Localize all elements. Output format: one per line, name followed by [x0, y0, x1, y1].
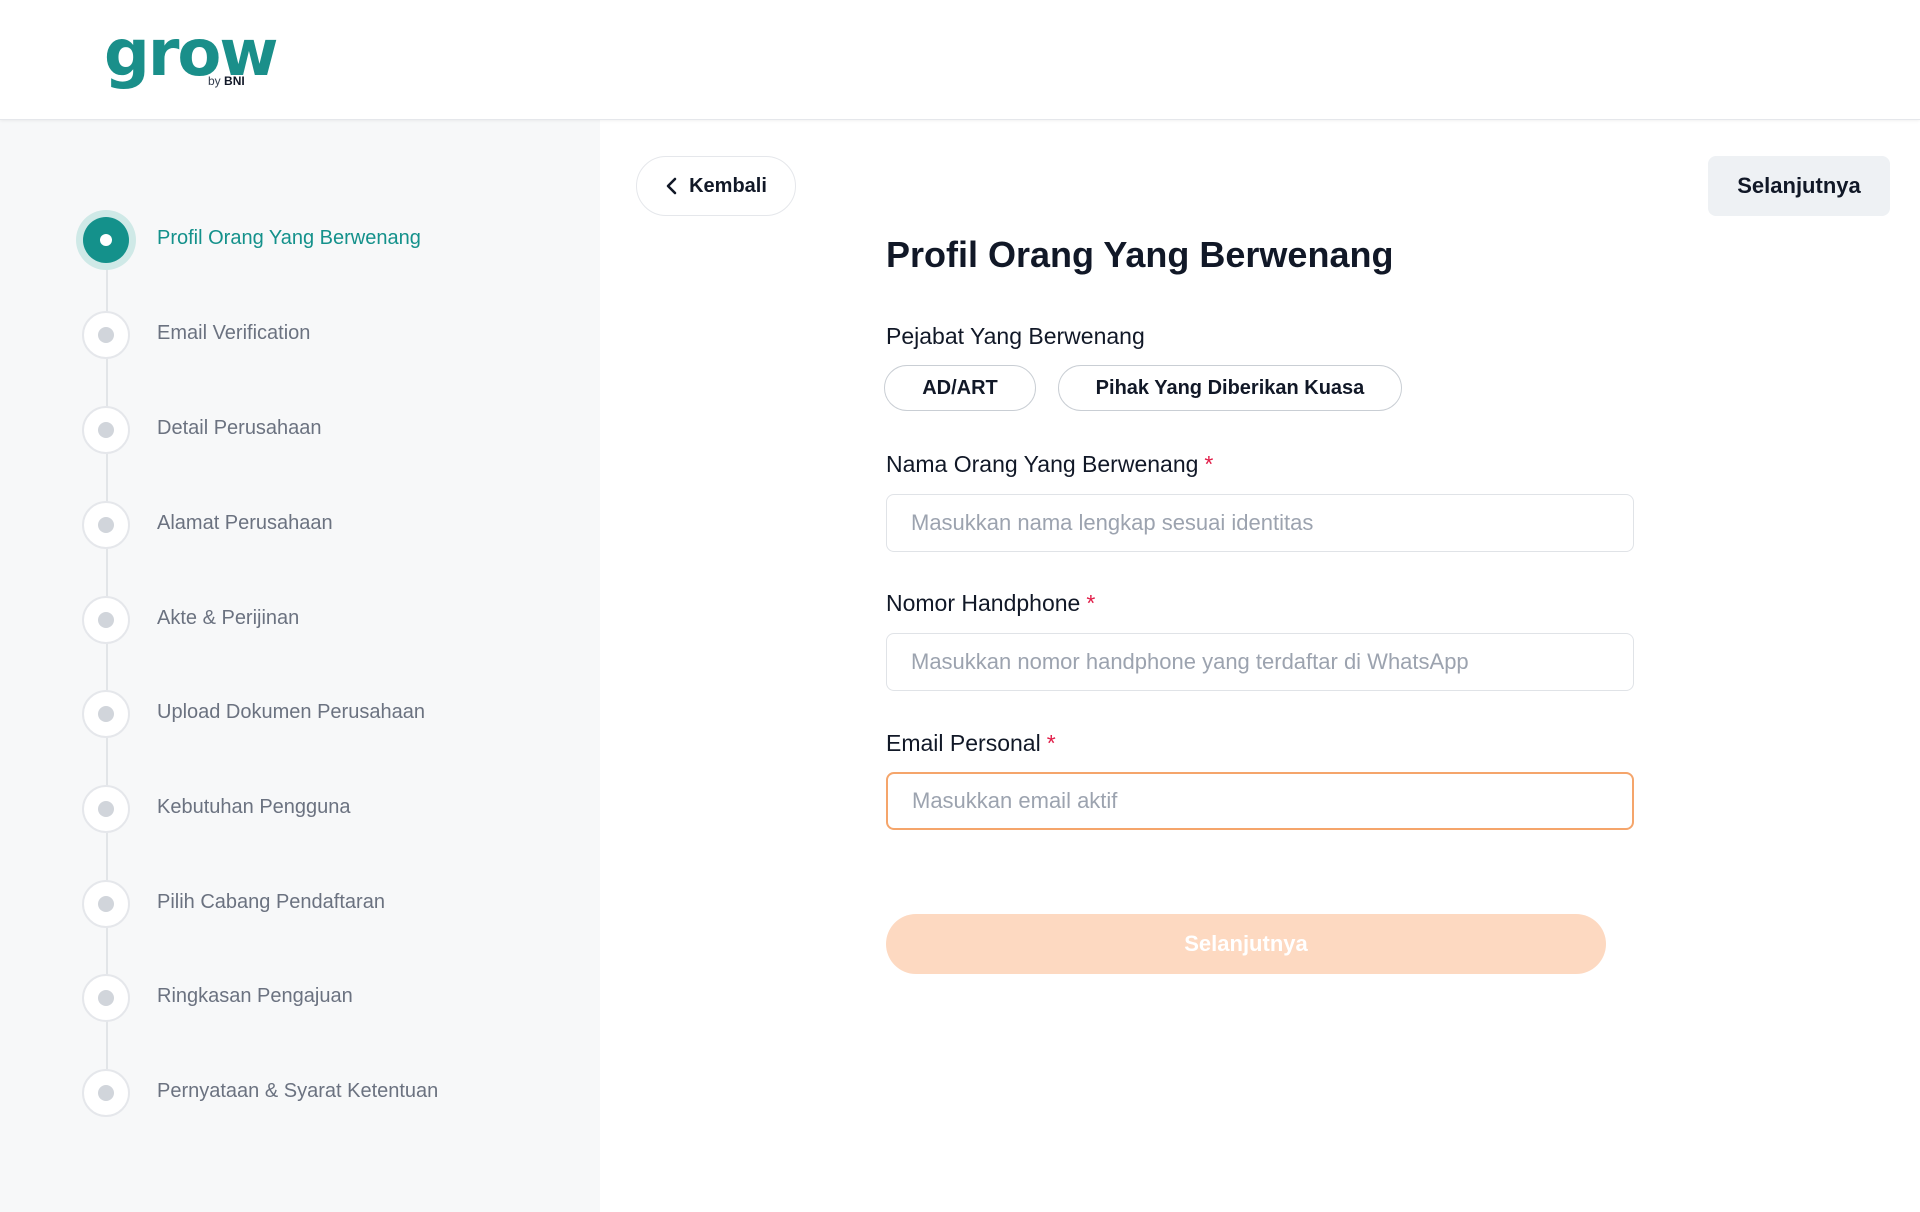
step-active-indicator-icon — [76, 210, 136, 270]
step-ringkasan-pengajuan[interactable]: Ringkasan Pengajuan — [76, 968, 576, 1028]
step-pending-indicator-icon — [82, 311, 130, 359]
next-button-top[interactable]: Selanjutnya — [1708, 156, 1890, 216]
step-pending-indicator-icon — [82, 501, 130, 549]
step-label: Email Verification — [157, 322, 311, 344]
submit-button[interactable]: Selanjutnya — [886, 914, 1606, 974]
option-ad-art[interactable]: AD/ART — [884, 365, 1036, 411]
step-label: Alamat Perusahaan — [157, 512, 333, 534]
back-button-label: Kembali — [689, 174, 767, 197]
step-detail-perusahaan[interactable]: Detail Perusahaan — [76, 400, 576, 460]
option-pihak-yang-diberikan-kuasa[interactable]: Pihak Yang Diberikan Kuasa — [1058, 365, 1402, 411]
step-alamat-perusahaan[interactable]: Alamat Perusahaan — [76, 495, 576, 555]
step-email-verification[interactable]: Email Verification — [76, 305, 576, 365]
name-label: Nama Orang Yang Berwenang * — [886, 451, 1214, 477]
back-button[interactable]: Kembali — [636, 156, 796, 216]
official-label: Pejabat Yang Berwenang — [886, 323, 1145, 349]
step-label: Akte & Perijinan — [157, 607, 300, 629]
chevron-left-icon — [666, 177, 677, 195]
step-label: Profil Orang Yang Berwenang — [157, 227, 421, 249]
step-label: Upload Dokumen Perusahaan — [157, 701, 425, 723]
logo-subtitle: by BNI — [208, 74, 245, 88]
step-label: Pilih Cabang Pendaftaran — [157, 891, 385, 913]
required-mark: * — [1046, 730, 1056, 756]
required-mark: * — [1086, 590, 1096, 616]
step-label: Ringkasan Pengajuan — [157, 985, 353, 1007]
steps-connector-line — [106, 240, 108, 1092]
step-upload-dokumen-perusahaan[interactable]: Upload Dokumen Perusahaan — [76, 684, 576, 744]
step-pending-indicator-icon — [82, 406, 130, 454]
email-label: Email Personal * — [886, 730, 1056, 756]
step-pilih-cabang-pendaftaran[interactable]: Pilih Cabang Pendaftaran — [76, 874, 576, 934]
logo-wordmark: grow — [104, 17, 278, 91]
required-mark: * — [1204, 451, 1214, 477]
step-label: Pernyataan & Syarat Ketentuan — [157, 1080, 439, 1102]
phone-input[interactable] — [886, 633, 1634, 691]
step-label: Detail Perusahaan — [157, 417, 322, 439]
step-pending-indicator-icon — [82, 974, 130, 1022]
step-kebutuhan-pengguna[interactable]: Kebutuhan Pengguna — [76, 779, 576, 839]
step-pending-indicator-icon — [82, 1069, 130, 1117]
page-title: Profil Orang Yang Berwenang — [886, 234, 1394, 275]
name-input[interactable] — [886, 494, 1634, 552]
app-header: grow by BNI — [0, 0, 1920, 120]
step-pending-indicator-icon — [82, 785, 130, 833]
phone-label: Nomor Handphone * — [886, 590, 1096, 616]
step-pernyataan-syarat-ketentuan[interactable]: Pernyataan & Syarat Ketentuan — [76, 1063, 576, 1123]
grow-logo[interactable]: grow by BNI — [104, 22, 278, 92]
steps-sidebar — [0, 120, 600, 1212]
step-pending-indicator-icon — [82, 596, 130, 644]
step-pending-indicator-icon — [82, 690, 130, 738]
step-profil-orang-yang-berwenang[interactable]: Profil Orang Yang Berwenang — [76, 210, 576, 270]
step-pending-indicator-icon — [82, 880, 130, 928]
email-input[interactable] — [886, 772, 1634, 830]
step-akte-perijinan[interactable]: Akte & Perijinan — [76, 590, 576, 650]
step-label: Kebutuhan Pengguna — [157, 796, 351, 818]
